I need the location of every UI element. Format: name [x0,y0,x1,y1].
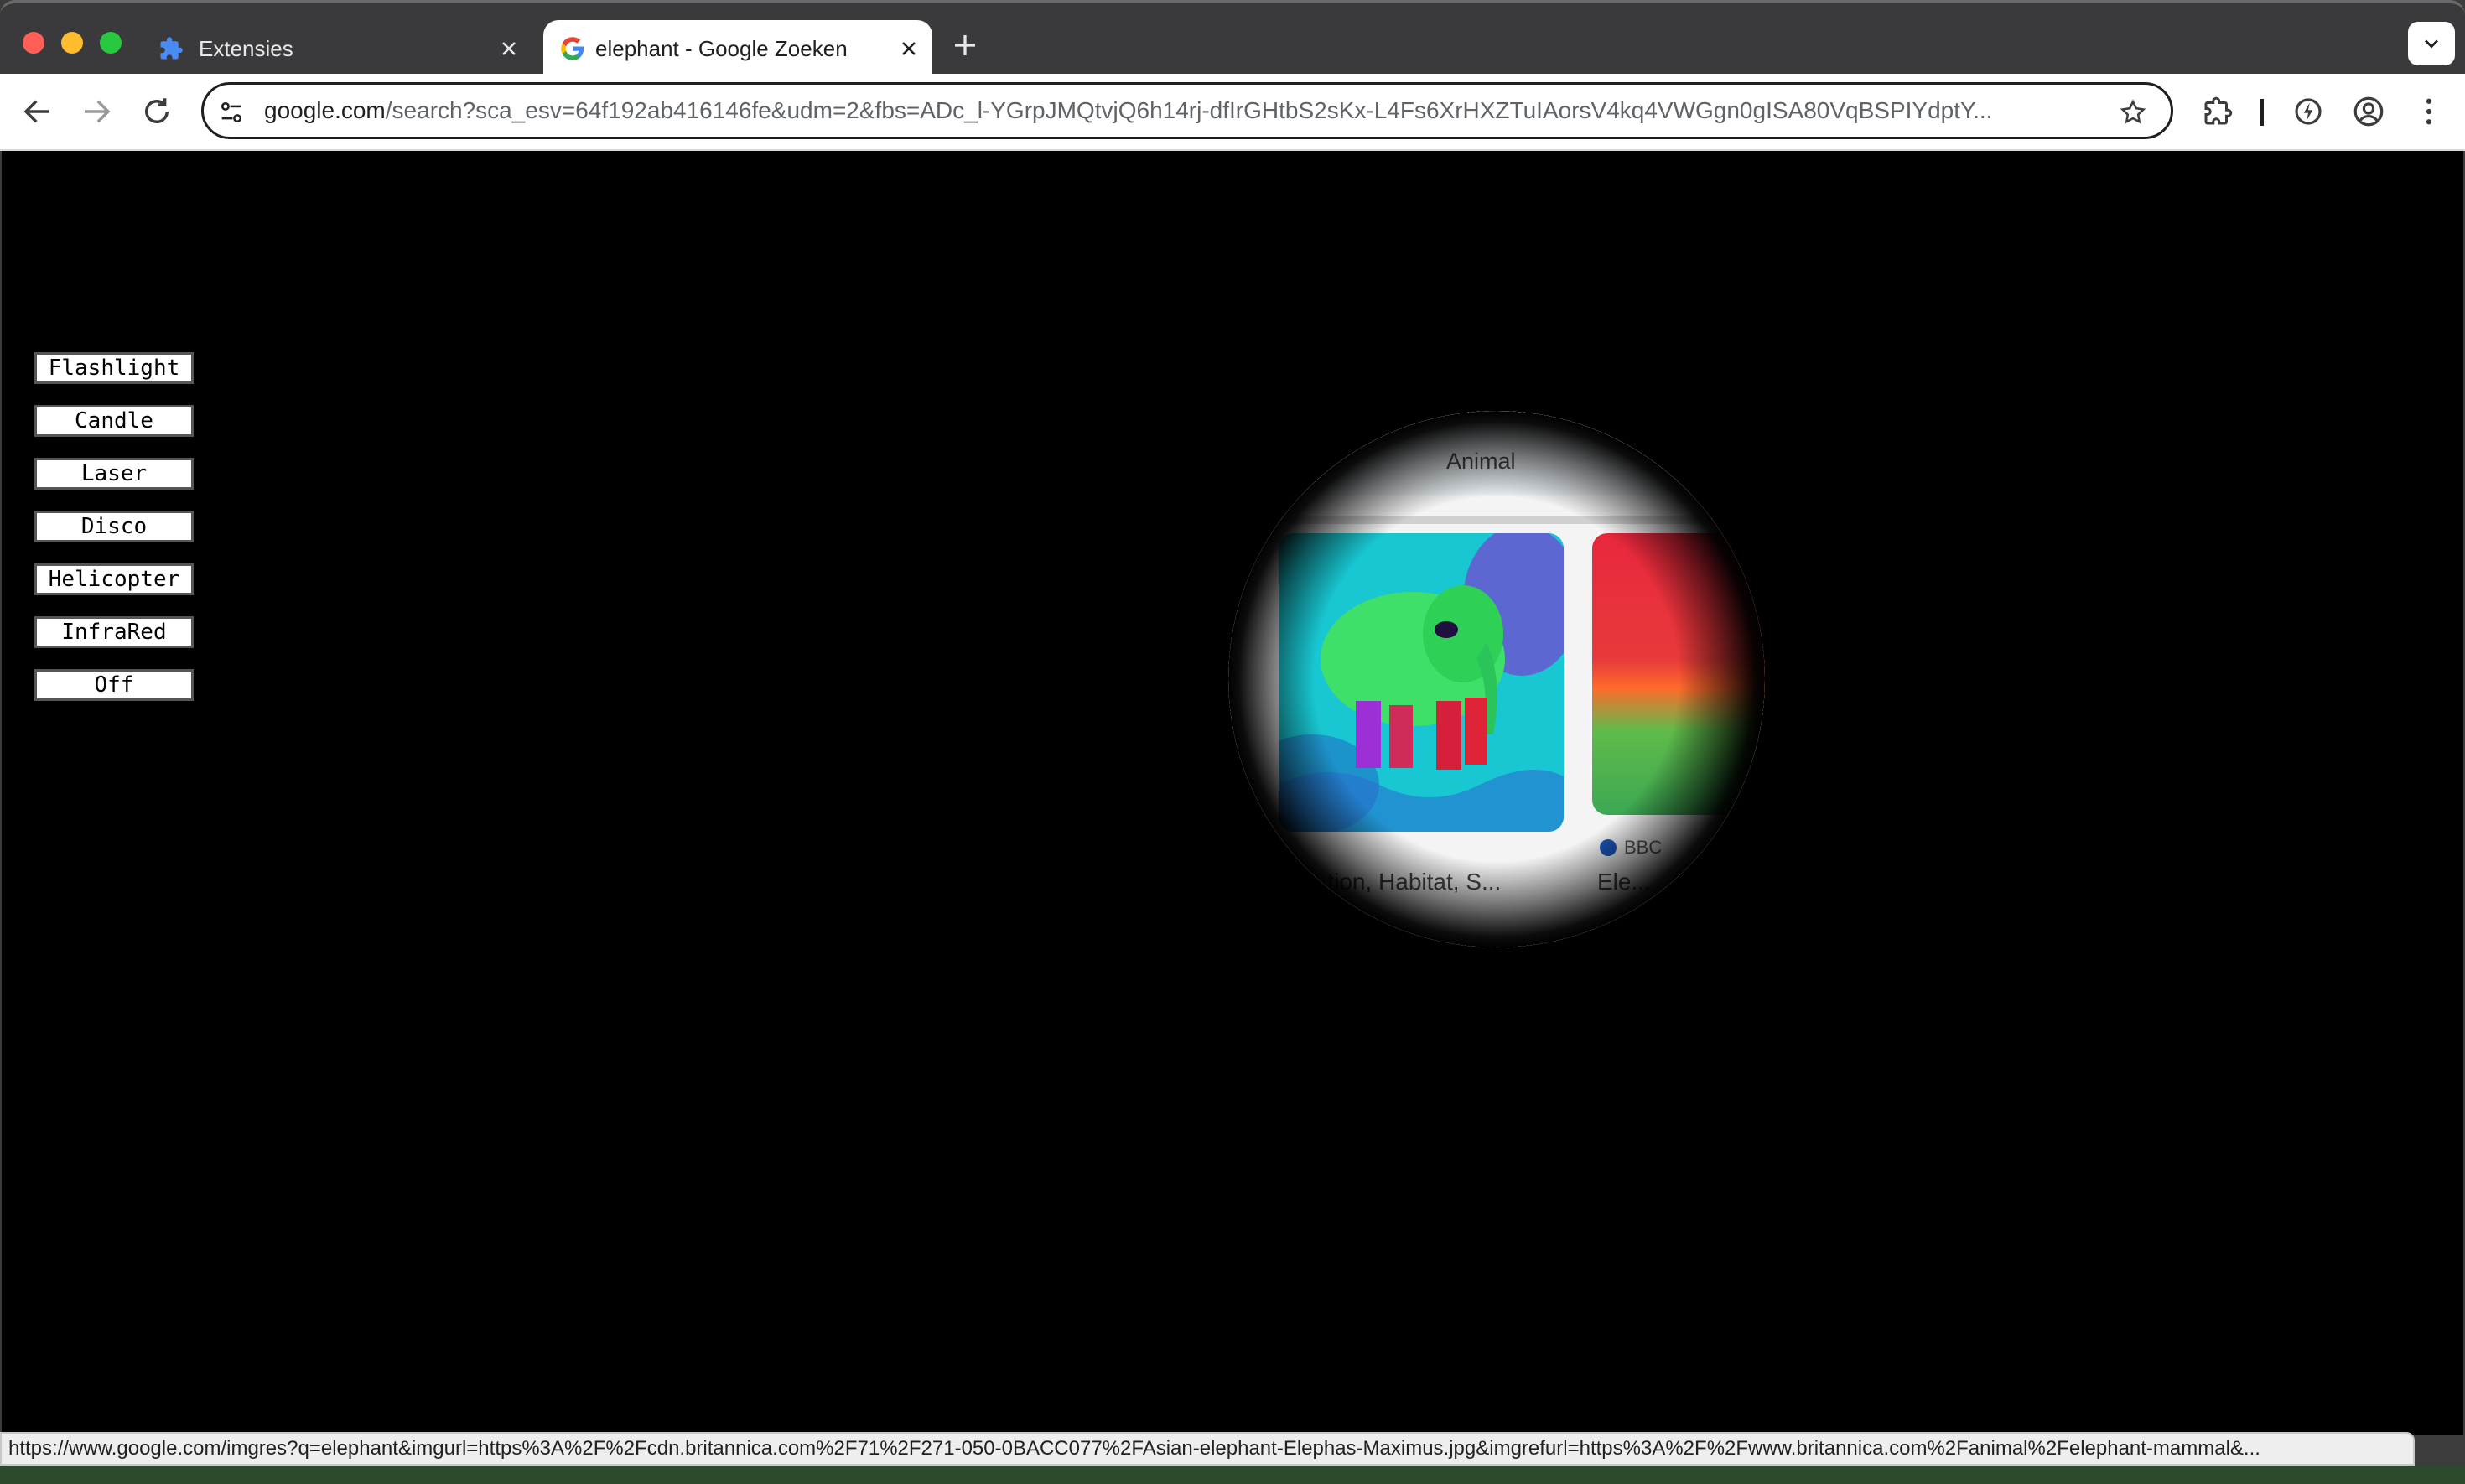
browser-toolbar: google.com/search?sca_esv=64f192ab416146… [0,74,2465,151]
forward-arrow-icon[interactable] [79,94,114,129]
status-bar-link: https://www.google.com/imgres?q=elephant… [0,1432,2415,1466]
tab-title: Extensies [199,36,293,61]
result-caption[interactable]: ...tion, Habitat, S... [1308,869,1501,895]
profile-icon[interactable] [2351,94,2386,129]
flashlight-spotlight: Animal BBC ...tion, Habitat, S... Ele... [1228,411,1765,947]
desktop-background [0,1466,2465,1484]
window-close-button[interactable] [23,32,44,54]
close-tab-icon[interactable] [897,37,921,60]
image-result-bbc[interactable] [1592,533,1765,815]
back-arrow-icon[interactable] [20,94,55,129]
extensions-puzzle-icon[interactable] [2200,94,2235,129]
tab-search-button[interactable] [2408,22,2455,65]
filter-chip-row: Animal [1228,411,1765,495]
infrared-button[interactable]: InfraRed [34,616,194,648]
flashlight-button[interactable]: Flashlight [34,352,194,384]
chip-animal[interactable]: Animal [1446,449,1516,475]
tab-extensions[interactable]: Extensies [147,20,532,77]
elephant-image [1279,533,1564,832]
site-settings-icon[interactable] [217,98,246,127]
url-path: /search?sca_esv=64f192ab416146fe&udm=2&f… [385,97,1993,123]
new-tab-icon[interactable] [950,30,980,60]
puzzle-icon [160,37,183,60]
window-zoom-button[interactable] [100,32,122,54]
page-content: Flashlight Candle Laser Disco Helicopter… [2,151,2463,1435]
bookmark-star-icon[interactable] [2119,98,2147,127]
tab-google-search[interactable]: elephant - Google Zoeken [543,20,932,77]
light-effects-menu: Flashlight Candle Laser Disco Helicopter… [34,352,194,722]
url-text[interactable]: google.com/search?sca_esv=64f192ab416146… [264,85,2084,137]
close-tab-icon[interactable] [497,37,521,60]
reload-icon[interactable] [139,94,174,129]
divider [1228,516,1765,524]
result-caption[interactable]: Ele... [1597,869,1651,895]
tab-title: elephant - Google Zoeken [595,36,848,61]
candle-button[interactable]: Candle [34,405,194,437]
address-bar[interactable]: google.com/search?sca_esv=64f192ab416146… [201,82,2173,139]
google-g-icon [561,37,584,60]
source-name: BBC [1624,837,1663,858]
disco-button[interactable]: Disco [34,511,194,542]
tab-strip: Extensies elephant - Google Zoeken [0,0,2465,77]
window-minimize-button[interactable] [61,32,83,54]
more-menu-icon[interactable] [2411,94,2447,129]
off-button[interactable]: Off [34,669,194,701]
toolbar-separator [2260,99,2264,126]
performance-icon[interactable] [2291,94,2326,129]
laser-button[interactable]: Laser [34,458,194,490]
image-result-elephant[interactable] [1279,533,1564,832]
chevron-down-icon [2425,39,2438,49]
url-host: google.com [264,97,386,123]
source-favicon [1600,839,1617,856]
helicopter-button[interactable]: Helicopter [34,563,194,595]
